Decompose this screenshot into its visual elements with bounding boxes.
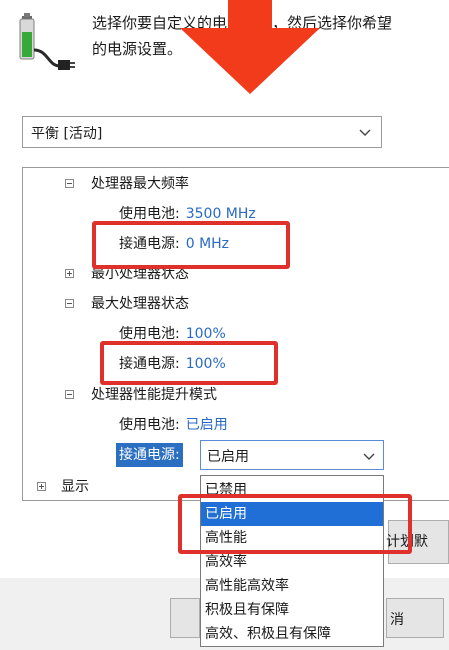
highlight-box-max-frequency <box>92 221 290 269</box>
tree-node-max-state[interactable]: 最大处理器状态 <box>65 293 189 315</box>
option-efficient-aggressive[interactable]: 高性能高效率 <box>201 574 383 598</box>
power-plan-select[interactable]: 平衡 [活动] <box>22 116 382 148</box>
setting-boost-plugged-label[interactable]: 接通电源: <box>116 443 183 467</box>
boost-mode-select[interactable]: 已启用 <box>200 440 384 470</box>
highlight-box-max-state <box>100 341 278 385</box>
tree-node-display[interactable]: 显示 <box>37 476 89 498</box>
collapse-icon[interactable] <box>65 390 74 399</box>
red-arrow-icon <box>180 0 320 94</box>
tree-node-boost-mode[interactable]: 处理器性能提升模式 <box>65 384 217 406</box>
option-efficient-aggressive-guaranteed[interactable]: 高效、积极且有保障 <box>201 622 383 646</box>
chevron-down-icon <box>359 129 371 136</box>
collapse-icon[interactable] <box>65 299 74 308</box>
option-aggressive-guaranteed[interactable]: 积极且有保障 <box>201 598 383 622</box>
expand-icon[interactable] <box>37 482 46 491</box>
setting-boost-battery[interactable]: 使用电池: 已启用 <box>119 414 228 436</box>
tree-node-max-frequency[interactable]: 处理器最大频率 <box>65 173 189 195</box>
power-plan-icon <box>19 13 75 70</box>
expand-icon[interactable] <box>65 269 74 278</box>
boost-mode-value: 已启用 <box>207 449 249 465</box>
collapse-icon[interactable] <box>65 179 74 188</box>
ok-button[interactable] <box>170 598 200 638</box>
cancel-label: 消 <box>390 612 404 628</box>
chevron-down-icon <box>363 453 375 460</box>
power-plan-value: 平衡 [活动] <box>31 126 103 142</box>
highlight-box-options <box>178 494 412 554</box>
